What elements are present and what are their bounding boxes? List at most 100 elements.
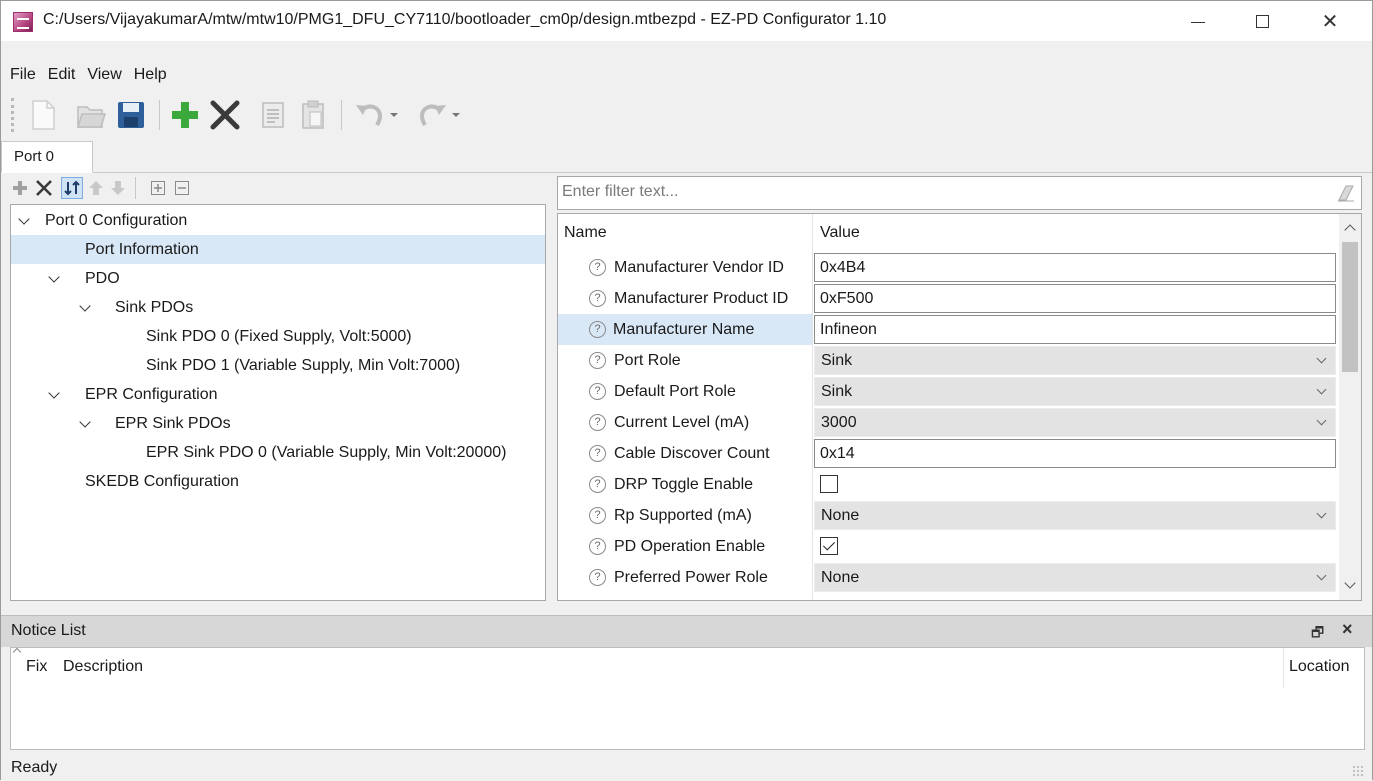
- chevron-down-icon[interactable]: [48, 380, 62, 409]
- close-icon: ✕: [1321, 10, 1339, 33]
- pd-operation-enable-checkbox[interactable]: [820, 537, 838, 555]
- save-button[interactable]: [113, 96, 149, 134]
- drp-toggle-enable-checkbox[interactable]: [820, 475, 838, 493]
- location-column-header[interactable]: Location: [1289, 658, 1350, 676]
- tree-item-epr-sink-pdos[interactable]: EPR Sink PDOs: [11, 409, 545, 438]
- property-grid-header: Name Value: [558, 214, 1338, 252]
- tree-item-port-information[interactable]: Port Information: [11, 235, 545, 264]
- tree-item-sink-pdos[interactable]: Sink PDOs: [11, 293, 545, 322]
- chevron-down-icon[interactable]: [79, 293, 93, 322]
- filter-input[interactable]: [558, 177, 1338, 207]
- undo-button[interactable]: [351, 96, 387, 134]
- tree-item-skedb-configuration[interactable]: SKEDB Configuration: [11, 467, 545, 496]
- chevron-down-icon[interactable]: [79, 409, 93, 438]
- delete-button[interactable]: [207, 96, 243, 134]
- clear-filter-icon[interactable]: [1336, 183, 1356, 203]
- chevron-down-icon: [452, 113, 460, 117]
- menu-help[interactable]: Help: [128, 61, 173, 89]
- value-column-header[interactable]: Value: [820, 214, 860, 252]
- tab-port-0[interactable]: Port 0: [1, 141, 93, 173]
- property-name: PD Operation Enable: [614, 538, 766, 555]
- tree-add-button[interactable]: [9, 177, 31, 199]
- fix-column-header[interactable]: Fix: [26, 658, 47, 676]
- tree-delete-button[interactable]: [33, 177, 55, 199]
- property-grid-scrollbar[interactable]: [1339, 214, 1361, 600]
- help-icon[interactable]: ?: [589, 321, 606, 338]
- tree-item-label: Port 0 Configuration: [45, 212, 188, 229]
- property-name: Cable Discover Count: [614, 445, 770, 462]
- tree-item-sink-pdo-1[interactable]: Sink PDO 1 (Variable Supply, Min Volt:70…: [11, 351, 545, 380]
- port-role-select[interactable]: Sink: [814, 346, 1336, 375]
- chevron-down-icon[interactable]: [48, 264, 62, 293]
- menu-file[interactable]: File: [1, 61, 42, 89]
- tree-item-sink-pdo-0[interactable]: Sink PDO 0 (Fixed Supply, Volt:5000): [11, 322, 545, 351]
- tree-item-label: SKEDB Configuration: [85, 473, 239, 490]
- toolbar-grip[interactable]: [11, 98, 14, 132]
- preferred-power-role-select[interactable]: None: [814, 563, 1336, 592]
- tree-item-epr-configuration[interactable]: EPR Configuration: [11, 380, 545, 409]
- undo-dropdown[interactable]: [385, 96, 403, 134]
- configuration-tree[interactable]: Port 0 Configuration Port Information PD…: [10, 204, 546, 601]
- manufacturer-name-field[interactable]: Infineon: [814, 315, 1336, 344]
- property-name: Manufacturer Name: [613, 321, 755, 338]
- column-divider[interactable]: [1283, 648, 1284, 688]
- description-column-header[interactable]: Description: [63, 658, 143, 676]
- paste-icon: [302, 100, 324, 129]
- open-button[interactable]: [73, 96, 109, 134]
- select-value: Sink: [821, 352, 853, 369]
- title-bar: C:/Users/VijayakumarA/mtw/mtw10/PMG1_DFU…: [1, 1, 1372, 41]
- property-row-default-port-role: ? Default Port Role Sink: [558, 376, 1338, 407]
- manufacturer-vendor-id-field[interactable]: 0x4B4: [814, 253, 1336, 282]
- tree-collapse-all-button[interactable]: [171, 177, 193, 199]
- tree-item-label: Sink PDOs: [115, 299, 194, 316]
- filter-box: [557, 176, 1362, 210]
- add-button[interactable]: [167, 96, 203, 134]
- tree-item-label: Sink PDO 1 (Variable Supply, Min Volt:70…: [146, 357, 461, 374]
- rp-supported-select[interactable]: None: [814, 501, 1336, 530]
- copy-button[interactable]: [255, 96, 291, 134]
- redo-button[interactable]: [415, 96, 451, 134]
- tree-move-up-button[interactable]: [85, 177, 107, 199]
- menu-edit[interactable]: Edit: [42, 61, 82, 89]
- sort-icon: [64, 180, 80, 196]
- menu-bar: File Edit View Help: [1, 61, 173, 89]
- default-port-role-select[interactable]: Sink: [814, 377, 1336, 406]
- menu-view[interactable]: View: [81, 61, 127, 89]
- resize-grip-icon[interactable]: [1352, 765, 1364, 777]
- maximize-button[interactable]: [1239, 1, 1285, 41]
- name-column-header[interactable]: Name: [564, 214, 607, 252]
- tree-item-port-0-configuration[interactable]: Port 0 Configuration: [11, 206, 545, 235]
- chevron-down-icon: [1316, 508, 1327, 519]
- minimize-button[interactable]: [1175, 1, 1221, 41]
- redo-dropdown[interactable]: [447, 96, 465, 134]
- tree-item-label: EPR Sink PDOs: [115, 415, 231, 432]
- tree-item-label: EPR Configuration: [85, 386, 218, 403]
- property-name: Manufacturer Product ID: [614, 290, 789, 307]
- new-button[interactable]: [25, 96, 61, 134]
- property-name: Default Port Role: [614, 383, 736, 400]
- tree-sort-button[interactable]: [61, 177, 83, 199]
- property-row-pd-operation-enable: ? PD Operation Enable: [558, 531, 1338, 562]
- scroll-up-icon[interactable]: [1344, 224, 1356, 236]
- property-row-port-role: ? Port Role Sink: [558, 345, 1338, 376]
- close-button[interactable]: ✕: [1307, 1, 1353, 41]
- paste-button[interactable]: [295, 96, 331, 134]
- chevron-down-icon[interactable]: [18, 206, 32, 235]
- scroll-down-icon[interactable]: [1344, 577, 1356, 589]
- toolbar-separator: [341, 100, 342, 130]
- close-panel-icon[interactable]: ×: [1342, 619, 1353, 640]
- tree-move-down-button[interactable]: [107, 177, 129, 199]
- tree-item-epr-sink-pdo-0[interactable]: EPR Sink PDO 0 (Variable Supply, Min Vol…: [11, 438, 545, 467]
- tree-item-pdo[interactable]: PDO: [11, 264, 545, 293]
- app-window: C:/Users/VijayakumarA/mtw/mtw10/PMG1_DFU…: [0, 0, 1373, 781]
- current-level-select[interactable]: 3000: [814, 408, 1336, 437]
- restore-panel-icon[interactable]: 🗗: [1311, 622, 1324, 646]
- cable-discover-count-field[interactable]: 0x14: [814, 439, 1336, 468]
- property-row-rp-supported: ? Rp Supported (mA) None: [558, 500, 1338, 531]
- scrollbar-thumb[interactable]: [1342, 242, 1358, 372]
- manufacturer-product-id-field[interactable]: 0xF500: [814, 284, 1336, 313]
- undo-icon: [356, 104, 382, 127]
- tree-item-label: PDO: [85, 270, 120, 287]
- tree-expand-all-button[interactable]: [147, 177, 169, 199]
- delete-icon: [36, 180, 52, 196]
